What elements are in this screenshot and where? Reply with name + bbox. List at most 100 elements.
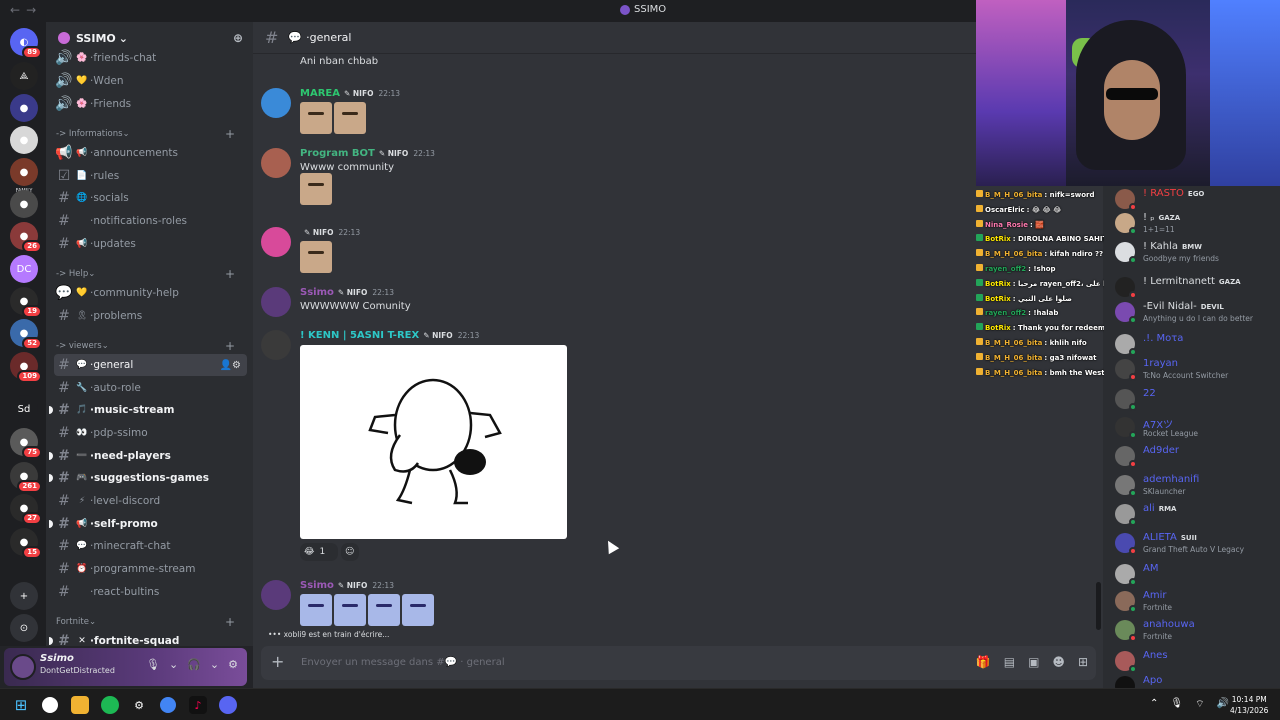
emoji-icon[interactable]: ☻ — [1052, 655, 1065, 669]
server-icon[interactable]: ● — [10, 126, 38, 154]
server-icon[interactable]: + — [10, 582, 38, 610]
message-author[interactable]: MAREA ✎ NIFO 22:13 — [300, 88, 400, 99]
channel-item[interactable]: # 📢 · self-promo — [49, 513, 247, 535]
channel-item[interactable]: # ✕ · fortnite-squad — [49, 630, 247, 646]
attach-plus-icon[interactable]: + — [271, 652, 284, 671]
channel-item[interactable]: ☑ 📄 · rules — [54, 165, 247, 187]
add-member-icon[interactable]: ⊕ — [233, 31, 243, 45]
gear-icon[interactable]: ⚙ — [228, 658, 238, 671]
server-icon[interactable]: ● — [10, 94, 38, 122]
headphones-icon[interactable]: 🎧 — [187, 658, 201, 671]
server-icon[interactable]: ● 109 — [10, 352, 42, 383]
channel-item[interactable]: # ➖ · need-players — [49, 445, 247, 467]
add-channel-icon[interactable]: + — [225, 267, 235, 281]
chevron-down-icon[interactable]: ⌄ — [210, 658, 219, 671]
member-item[interactable]: A7Xツ Rocket League — [1111, 414, 1277, 440]
avatar[interactable] — [261, 287, 291, 317]
member-item[interactable]: 1rayan TcNo Account Switcher — [1111, 356, 1277, 382]
chrome-profile-icon[interactable] — [160, 697, 176, 713]
tiktok-icon[interactable]: ♪ — [189, 696, 207, 714]
server-icon[interactable]: ⟁ — [10, 62, 38, 90]
member-item[interactable]: ! Kahla BMW Goodbye my friends — [1111, 239, 1277, 265]
avatar[interactable] — [261, 227, 291, 257]
avatar[interactable] — [261, 148, 291, 178]
channel-item[interactable]: # ⏰ · programme-stream — [54, 558, 247, 580]
spotify-icon[interactable] — [101, 696, 119, 714]
wifi-icon[interactable]: ⌔ — [1195, 698, 1204, 711]
chrome-icon[interactable] — [42, 697, 58, 713]
username[interactable]: Ssimo — [40, 653, 74, 664]
member-item[interactable]: Apo — [1111, 673, 1277, 688]
microphone-icon[interactable]: 🎙 — [1170, 698, 1183, 711]
channel-item[interactable]: 📢 📢 · announcements — [54, 142, 247, 164]
channel-item[interactable]: # 🎮 · suggestions-games — [49, 467, 247, 489]
message-input[interactable]: Envoyer un message dans #💬 · general — [301, 657, 505, 668]
microphone-icon[interactable]: 🎙 — [146, 658, 160, 671]
member-item[interactable]: Anes — [1111, 648, 1277, 674]
discord-icon[interactable] — [219, 696, 237, 714]
avatar[interactable] — [261, 330, 291, 360]
gift-icon[interactable]: 🎁 — [976, 655, 991, 669]
chevron-down-icon[interactable]: ⌄ — [169, 658, 178, 671]
channel-item[interactable]: # 🎵 · music-stream — [49, 399, 247, 421]
channel-item[interactable]: # 🌐 · socials — [54, 187, 247, 209]
message-author[interactable]: Ssimo ✎ NIFO 22:13 — [300, 580, 394, 591]
server-icon[interactable]: ● 261 — [10, 462, 42, 493]
member-item[interactable]: .!. Moτa — [1111, 331, 1277, 357]
server-icon[interactable]: ● 27 — [10, 494, 42, 525]
custom-emoji[interactable] — [334, 102, 366, 134]
custom-emoji[interactable] — [300, 241, 332, 273]
server-icon[interactable]: Sd — [10, 395, 38, 423]
server-icon[interactable]: ● 52 — [10, 319, 42, 350]
member-item[interactable]: anahouwa Fortnite — [1111, 617, 1277, 643]
gif-attachment[interactable] — [300, 345, 567, 539]
message-composer[interactable]: + Envoyer un message dans #💬 · general 🎁… — [261, 646, 1096, 680]
server-icon[interactable]: ● 26 — [10, 222, 42, 253]
server-icon[interactable]: ●FAMILY — [10, 158, 38, 194]
channel-item[interactable]: 🔊 🌸 · friends-chat — [54, 47, 247, 69]
member-item[interactable]: ali RMA — [1111, 501, 1277, 527]
custom-emoji[interactable] — [334, 594, 366, 626]
channel-settings-icon[interactable]: 👤⚙ — [220, 360, 241, 371]
server-icon[interactable]: DC — [10, 255, 38, 283]
custom-emoji[interactable] — [300, 173, 332, 205]
member-item[interactable]: ALIETA SUII Grand Theft Auto V Legacy — [1111, 530, 1277, 556]
file-explorer-icon[interactable] — [71, 696, 89, 714]
member-item[interactable]: -Evil Nidal- DEVIL Anything u do I can do … — [1111, 299, 1277, 325]
member-item[interactable]: Ad9der — [1111, 443, 1277, 469]
channel-item[interactable]: # 👀 · pdp-ssimo — [54, 422, 247, 444]
scrollbar[interactable] — [1096, 582, 1101, 630]
member-item[interactable]: AM — [1111, 561, 1277, 587]
avatar[interactable] — [261, 88, 291, 118]
message-author[interactable]: Ssimo ✎ NIFO 22:13 — [300, 287, 394, 298]
channel-item[interactable]: # 🎗 · problems — [54, 305, 247, 327]
channel-item[interactable]: # 💬 · minecraft-chat — [54, 535, 247, 557]
taskbar-clock[interactable]: 10:14 PM 4/13/2026 — [1230, 694, 1268, 716]
avatar[interactable] — [10, 654, 36, 680]
channel-category[interactable]: Fortnite ⌄ + — [56, 614, 241, 630]
custom-emoji[interactable] — [300, 102, 332, 134]
volume-icon[interactable]: 🔊 — [1217, 698, 1229, 711]
channel-item[interactable]: # ⚡ · level-discord — [54, 490, 247, 512]
member-item[interactable]: 22 — [1111, 386, 1277, 412]
server-icon[interactable]: ● 15 — [10, 528, 42, 559]
add-channel-icon[interactable]: + — [225, 615, 235, 629]
message-author[interactable]: ✎ NIFO 22:13 — [300, 227, 360, 238]
server-icon[interactable]: ⊙ — [10, 614, 38, 642]
add-channel-icon[interactable]: + — [225, 339, 235, 353]
apps-icon[interactable]: ⊞ — [1078, 655, 1088, 669]
channel-category[interactable]: -> Help ⌄ + — [56, 266, 241, 282]
server-icon[interactable]: ◐ 89 — [10, 28, 42, 59]
steam-icon[interactable]: ⚙ — [130, 696, 148, 714]
reaction-laugh[interactable]: 😂 1 — [300, 543, 338, 561]
member-item[interactable]: ! RASTO EGO — [1111, 186, 1277, 212]
server-icon[interactable]: ● 19 — [10, 287, 42, 318]
custom-emoji[interactable] — [368, 594, 400, 626]
add-channel-icon[interactable]: + — [225, 127, 235, 141]
back-forward-arrows[interactable]: ←→ — [10, 3, 42, 17]
message-author[interactable]: ! KENN | 5ASNI T-REX ✎ NIFO 22:13 — [300, 330, 479, 341]
add-reaction-button[interactable]: ☺ — [341, 543, 359, 561]
channel-item[interactable]: # 📢 · updates — [54, 233, 247, 255]
member-item[interactable]: Amir Fortnite — [1111, 588, 1277, 614]
member-item[interactable]: ademhanifi SKlauncher — [1111, 472, 1277, 498]
